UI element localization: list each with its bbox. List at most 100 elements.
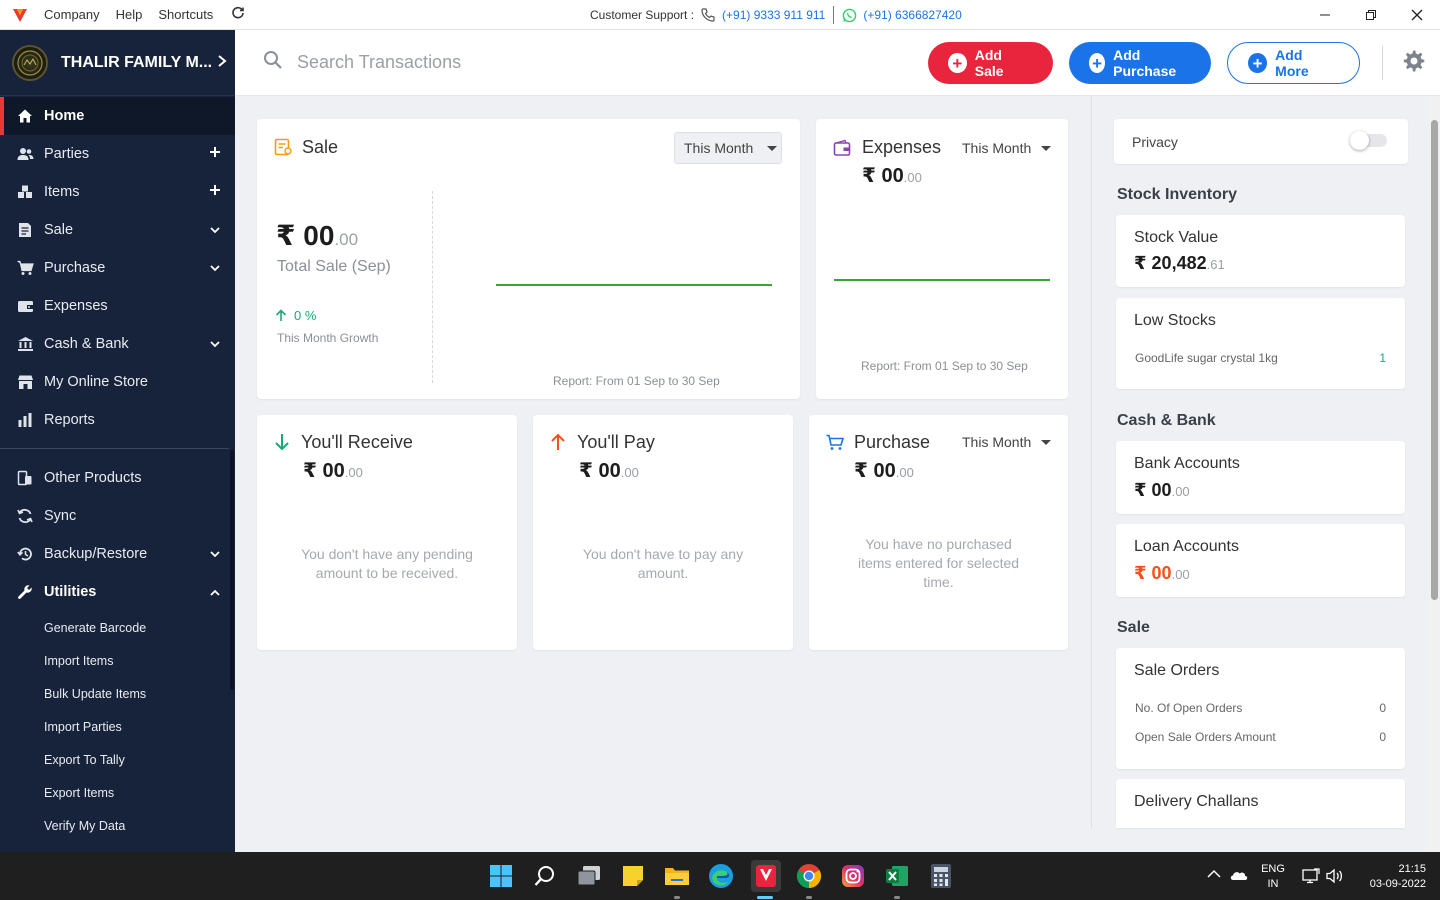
language-indicator[interactable]: ENG IN bbox=[1259, 862, 1287, 892]
sale-orders-card[interactable]: Sale Orders No. Of Open Orders 0 Open Sa… bbox=[1116, 648, 1405, 769]
close-icon[interactable] bbox=[1394, 0, 1440, 30]
expenses-period-dropdown[interactable]: This Month bbox=[962, 140, 1052, 156]
receive-card-title: You'll Receive bbox=[301, 432, 413, 452]
utility-export-items[interactable]: Export Items bbox=[0, 776, 235, 809]
restore-icon[interactable] bbox=[1348, 0, 1394, 30]
stock-value-decimal: .61 bbox=[1206, 257, 1225, 272]
nav-items[interactable]: Items bbox=[0, 173, 235, 211]
vyapar-app-icon[interactable] bbox=[751, 860, 781, 892]
low-stocks-card[interactable]: Low Stocks GoodLife sugar crystal 1kg 1 bbox=[1116, 298, 1405, 389]
pay-empty-line: You don't have to pay any bbox=[582, 546, 744, 562]
open-orders-row: No. Of Open Orders 0 bbox=[1135, 701, 1386, 715]
company-switcher[interactable]: THALIR FAMILY M... bbox=[0, 30, 235, 96]
receive-empty-line: amount to be received. bbox=[315, 565, 459, 581]
add-purchase-button[interactable]: + Add Purchase bbox=[1069, 42, 1211, 84]
loan-accounts-card[interactable]: Loan Accounts ₹ 00.00 bbox=[1116, 524, 1405, 597]
add-more-button[interactable]: + Add More bbox=[1227, 42, 1360, 84]
menu-shortcuts[interactable]: Shortcuts bbox=[158, 7, 213, 22]
task-view-icon[interactable] bbox=[575, 862, 603, 890]
utility-generate-barcode[interactable]: Generate Barcode bbox=[0, 611, 235, 644]
add-party-plus-icon[interactable] bbox=[209, 145, 221, 163]
sale-growth-label: This Month Growth bbox=[277, 331, 379, 345]
expenses-card: Expenses This Month ₹ 00.00 Report: From… bbox=[816, 119, 1068, 399]
sale-period-dropdown[interactable]: This Month bbox=[674, 132, 782, 164]
support-phone-link[interactable]: (+91) 9333 911 911 bbox=[722, 8, 825, 22]
gear-icon[interactable] bbox=[1402, 49, 1428, 75]
purchase-period-dropdown[interactable]: This Month bbox=[962, 434, 1052, 450]
nav-cash-bank[interactable]: Cash & Bank bbox=[0, 325, 235, 363]
menu-help[interactable]: Help bbox=[116, 7, 143, 22]
nav-expenses[interactable]: Expenses bbox=[0, 287, 235, 325]
bank-accounts-card[interactable]: Bank Accounts ₹ 00.00 bbox=[1116, 441, 1405, 514]
title-bar: Company Help Shortcuts Customer Support … bbox=[0, 0, 1440, 30]
utility-verify-my-data[interactable]: Verify My Data bbox=[0, 809, 235, 842]
chevron-down-icon[interactable] bbox=[209, 335, 221, 353]
nav-sale[interactable]: Sale bbox=[0, 211, 235, 249]
caret-down-icon bbox=[1041, 145, 1052, 151]
purchase-empty-line: You have no purchased bbox=[865, 536, 1012, 552]
main-scrollbar-thumb[interactable] bbox=[1431, 120, 1438, 600]
open-amount-label: Open Sale Orders Amount bbox=[1135, 730, 1276, 744]
refresh-icon[interactable] bbox=[231, 6, 245, 24]
purchase-card: Purchase This Month ₹ 00.00 You have no … bbox=[809, 415, 1068, 650]
receive-empty-message: You don't have any pending amount to be … bbox=[257, 545, 517, 583]
plus-icon: + bbox=[948, 53, 967, 73]
nav-other-products[interactable]: Other Products bbox=[0, 459, 235, 497]
currency-symbol: ₹ bbox=[303, 460, 317, 482]
delivery-challans-card[interactable]: Delivery Challans bbox=[1116, 779, 1405, 828]
add-purchase-label: Add Purchase bbox=[1113, 47, 1177, 79]
menu-company[interactable]: Company bbox=[44, 7, 100, 22]
utility-export-to-tally[interactable]: Export To Tally bbox=[0, 743, 235, 776]
sale-total-amount: ₹ 00.00 bbox=[276, 219, 358, 252]
utility-import-items[interactable]: Import Items bbox=[0, 644, 235, 677]
edge-browser-icon[interactable] bbox=[707, 862, 735, 890]
onedrive-cloud-icon[interactable] bbox=[1229, 869, 1249, 886]
nav-home[interactable]: Home bbox=[0, 97, 235, 135]
purchase-card-title: Purchase bbox=[854, 432, 931, 452]
support-whatsapp-link[interactable]: (+91) 6366827420 bbox=[863, 8, 961, 22]
nav-parties[interactable]: Parties bbox=[0, 135, 235, 173]
chevron-down-icon[interactable] bbox=[209, 259, 221, 277]
arrow-down-icon bbox=[274, 433, 290, 456]
low-stock-row[interactable]: GoodLife sugar crystal 1kg 1 bbox=[1135, 351, 1386, 365]
minimize-icon[interactable] bbox=[1302, 0, 1348, 30]
network-icon[interactable] bbox=[1302, 868, 1320, 889]
chevron-down-icon[interactable] bbox=[209, 545, 221, 563]
add-item-plus-icon[interactable] bbox=[209, 183, 221, 201]
windows-start-icon[interactable] bbox=[487, 862, 515, 890]
sidebar-scrollbar[interactable] bbox=[230, 450, 234, 690]
low-stocks-title: Low Stocks bbox=[1134, 312, 1216, 329]
nav-expenses-label: Expenses bbox=[44, 298, 108, 314]
add-sale-button[interactable]: + Add Sale bbox=[928, 42, 1053, 84]
file-explorer-icon[interactable] bbox=[663, 862, 691, 890]
nav-reports[interactable]: Reports bbox=[0, 401, 235, 439]
nav-utilities[interactable]: Utilities bbox=[0, 573, 235, 611]
chevron-down-icon[interactable] bbox=[209, 221, 221, 239]
calculator-icon[interactable] bbox=[927, 862, 955, 890]
search-bar[interactable]: Search Transactions bbox=[263, 50, 461, 75]
nav-backup-restore[interactable]: Backup/Restore bbox=[0, 535, 235, 573]
topbar-divider bbox=[1382, 46, 1383, 80]
utility-import-parties[interactable]: Import Parties bbox=[0, 710, 235, 743]
sticky-notes-icon[interactable] bbox=[619, 862, 647, 890]
nav-online-store[interactable]: My Online Store bbox=[0, 363, 235, 401]
expenses-card-title: Expenses bbox=[862, 137, 942, 157]
volume-icon[interactable] bbox=[1326, 868, 1344, 889]
chrome-browser-icon[interactable] bbox=[795, 862, 823, 890]
vyapar-logo-icon bbox=[10, 5, 30, 25]
search-input[interactable]: Search Transactions bbox=[297, 52, 461, 73]
excel-icon[interactable] bbox=[883, 862, 911, 890]
privacy-toggle[interactable] bbox=[1350, 131, 1387, 150]
bank-amount-value: 00 bbox=[1151, 480, 1172, 500]
nav-sync[interactable]: Sync bbox=[0, 497, 235, 535]
nav-purchase[interactable]: Purchase bbox=[0, 249, 235, 287]
loan-accounts-amount: ₹ 00.00 bbox=[1134, 563, 1190, 584]
utility-bulk-update-items[interactable]: Bulk Update Items bbox=[0, 677, 235, 710]
stock-value-card[interactable]: Stock Value ₹ 20,482.61 bbox=[1116, 215, 1405, 287]
instagram-icon[interactable] bbox=[839, 862, 867, 890]
show-hidden-icons-chevron-icon[interactable] bbox=[1207, 869, 1221, 884]
clock[interactable]: 21:15 03-09-2022 bbox=[1352, 862, 1426, 892]
taskbar-search-icon[interactable] bbox=[531, 862, 559, 890]
chevron-up-icon[interactable] bbox=[209, 583, 221, 601]
currency-symbol: ₹ bbox=[862, 165, 876, 187]
